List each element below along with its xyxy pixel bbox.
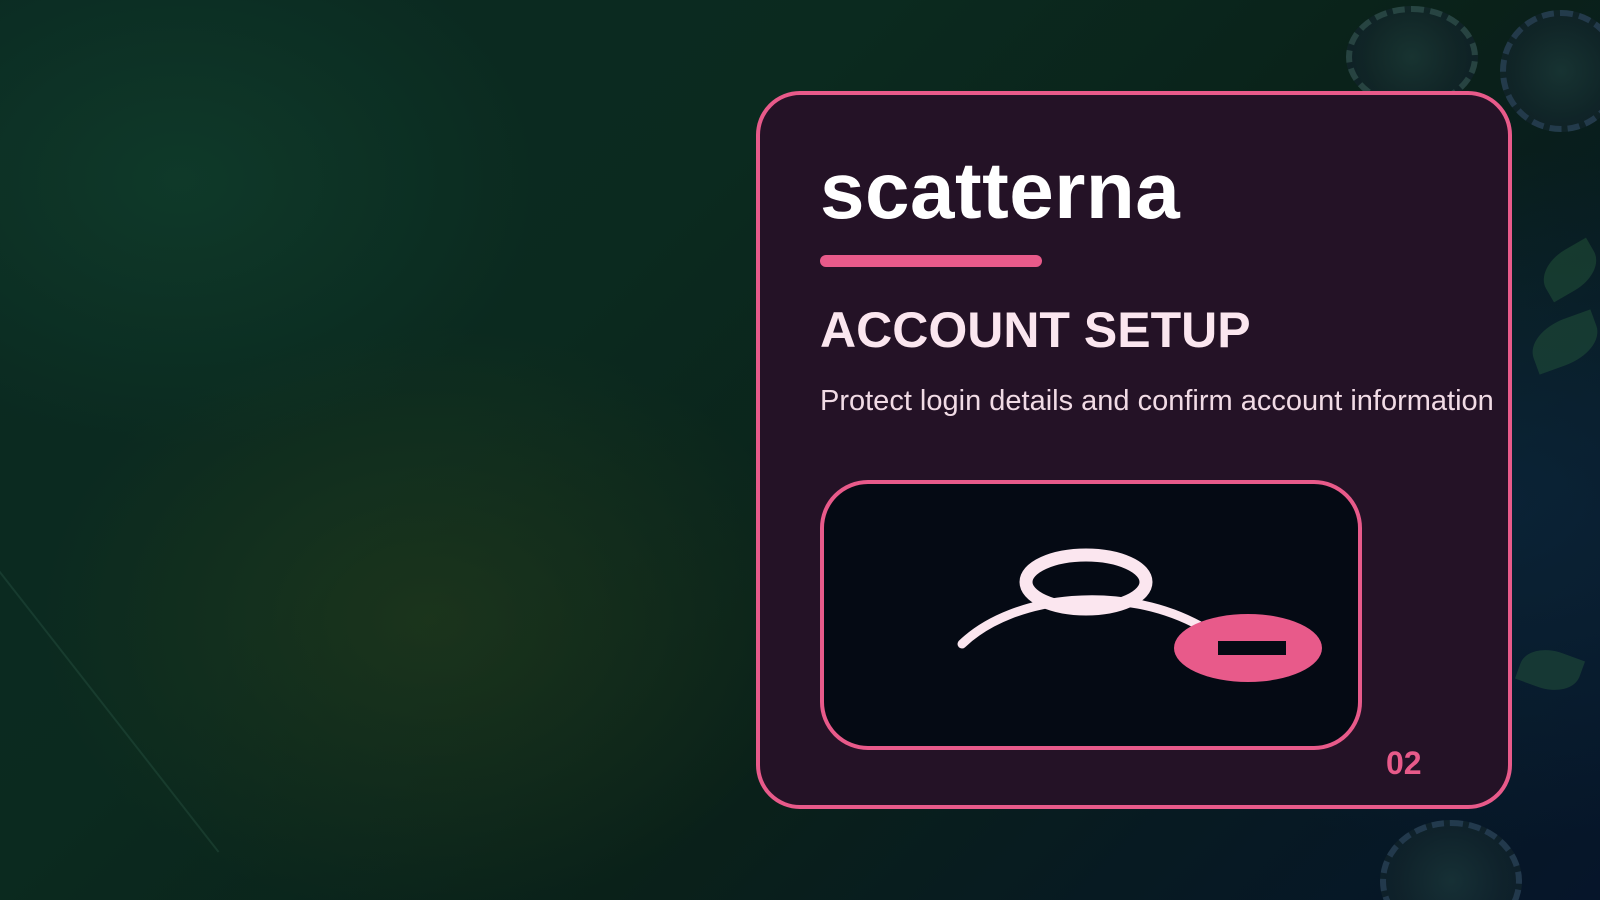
section-description: Protect login details and confirm accoun… [820, 385, 1494, 417]
account-setup-card: scatterna ACCOUNT SETUP Protect login de… [756, 91, 1512, 809]
user-with-lock-icon [957, 548, 1322, 682]
illustration-panel [820, 480, 1362, 750]
brand-underline [820, 255, 1042, 267]
lock-slot [1218, 641, 1286, 655]
step-number: 02 [1386, 745, 1422, 781]
brand-name: scatterna [820, 146, 1181, 235]
section-heading: ACCOUNT SETUP [820, 302, 1251, 358]
